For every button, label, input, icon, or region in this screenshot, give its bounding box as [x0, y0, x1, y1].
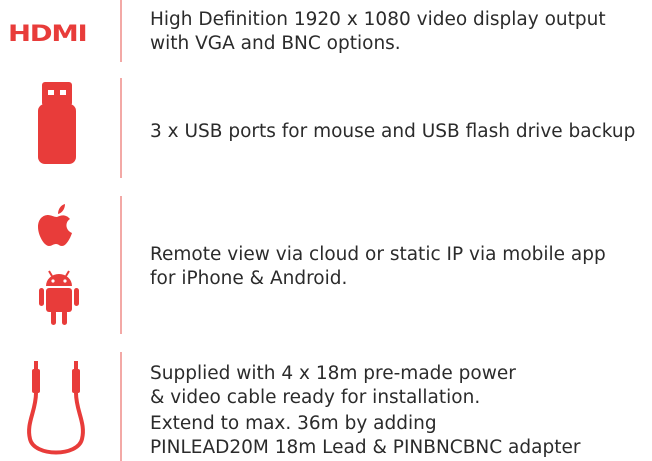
hdmi-logo-icon: HDMI [8, 22, 88, 47]
apple-icon [38, 204, 148, 248]
divider [120, 352, 122, 461]
feature-text-usb: 3 x USB ports for mouse and USB flash dr… [150, 121, 636, 142]
divider [120, 78, 122, 178]
divider [120, 0, 122, 62]
divider [120, 196, 122, 334]
feature-text-mobile: Remote view via cloud or static IP via m… [150, 244, 606, 289]
feature-text-cable: Supplied with 4 x 18m pre-made power & v… [150, 363, 581, 458]
usb-flash-drive-icon [38, 82, 148, 164]
feature-text-hdmi: High Definition 1920 x 1080 video displa… [150, 9, 606, 54]
android-icon [39, 270, 149, 326]
video-cable-icon [24, 361, 134, 461]
